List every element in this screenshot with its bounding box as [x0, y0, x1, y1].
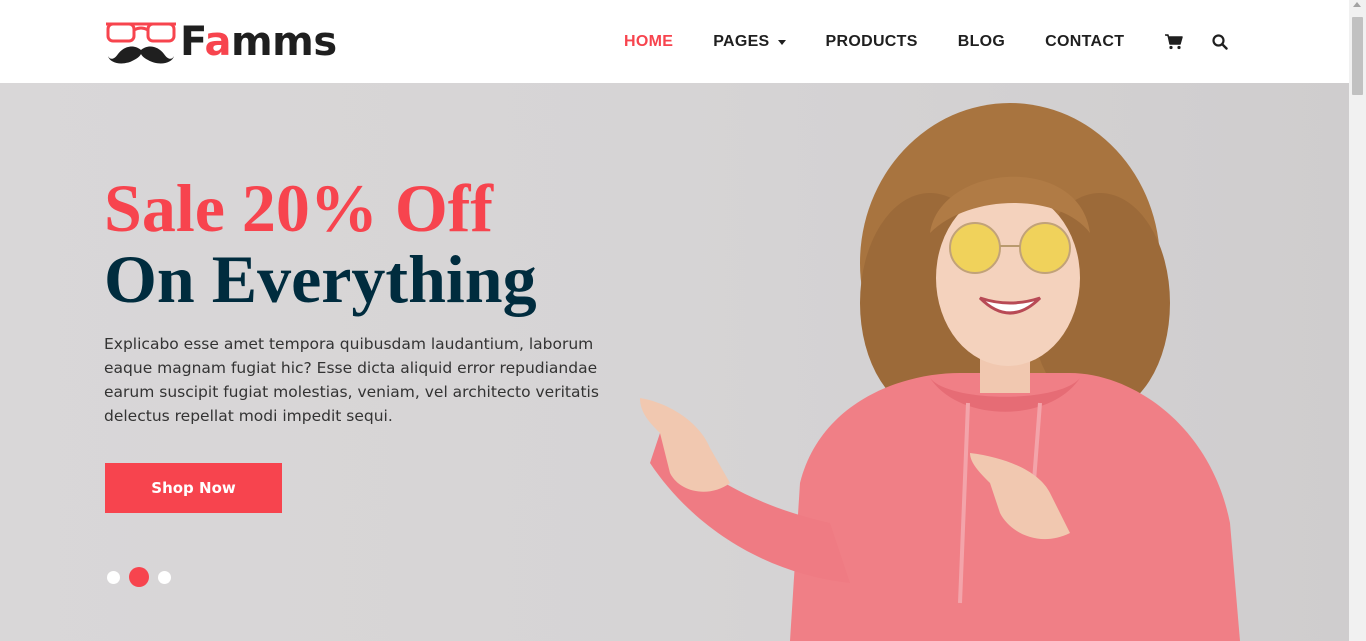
nav-pages[interactable]: PAGES [713, 32, 786, 51]
slider-indicators [107, 567, 180, 587]
slide-indicator-2[interactable] [129, 567, 149, 587]
site-header: Famms HOME PAGES PRODUCTS BLOG CONTACT [0, 0, 1349, 83]
hero-heading-subtitle: On Everything [104, 241, 537, 317]
shop-now-button[interactable]: Shop Now [105, 463, 282, 513]
nav-pages-label: PAGES [713, 32, 770, 50]
nav-home[interactable]: HOME [624, 33, 673, 51]
slide-indicator-1[interactable] [107, 570, 120, 584]
vertical-scrollbar[interactable] [1349, 0, 1366, 641]
scroll-thumb[interactable] [1352, 17, 1363, 95]
logo[interactable]: Famms [104, 18, 337, 66]
main-nav: HOME PAGES PRODUCTS BLOG CONTACT [624, 0, 1230, 83]
hero-heading-sale: Sale 20% Off [104, 170, 494, 246]
search-icon[interactable] [1210, 32, 1230, 52]
hero-slider: Sale 20% Off On Everything Explicabo ess… [0, 83, 1349, 641]
hero-description: Explicabo esse amet tempora quibusdam la… [104, 335, 599, 425]
page: Famms HOME PAGES PRODUCTS BLOG CONTACT S… [0, 0, 1366, 641]
cart-icon[interactable] [1164, 32, 1184, 52]
brand-name: Famms [180, 19, 337, 65]
nav-products[interactable]: PRODUCTS [826, 33, 918, 51]
nav-blog[interactable]: BLOG [958, 33, 1005, 51]
scroll-up-arrow-icon[interactable] [1353, 2, 1361, 7]
caret-down-icon [777, 39, 786, 45]
search-icon-glyph [1212, 33, 1228, 50]
glasses-mustache-logo-icon [106, 22, 176, 64]
nav-contact[interactable]: CONTACT [1045, 33, 1124, 51]
slide-indicator-3[interactable] [158, 570, 171, 584]
model-photo [640, 103, 1240, 641]
cart-icon-glyph [1165, 33, 1184, 49]
